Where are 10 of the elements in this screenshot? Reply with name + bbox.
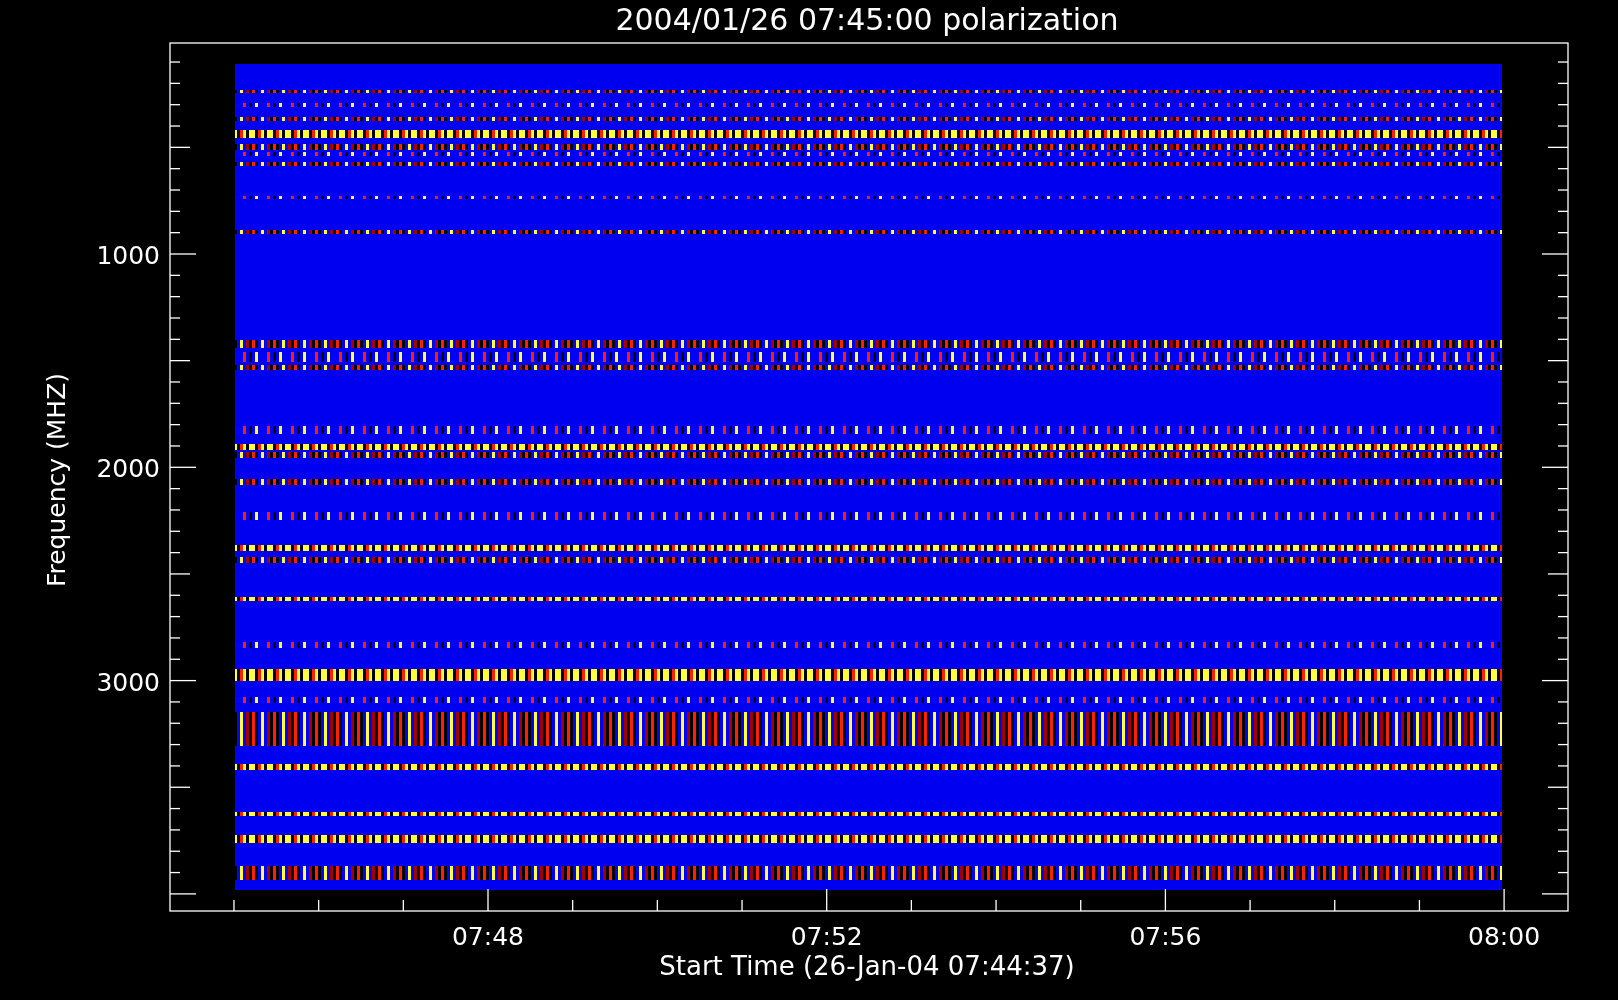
y-tick-label: 1000 [96, 241, 160, 270]
x-tick-label: 08:00 [1468, 922, 1541, 951]
y-axis-label: Frequency (MHZ) [42, 372, 71, 588]
x-tick-label: 07:56 [1129, 922, 1202, 951]
chart-title: 2004/01/26 07:45:00 polarization [615, 2, 1119, 37]
y-tick-label: 2000 [96, 454, 160, 484]
x-axis-label: Start Time (26-Jan-04 07:44:37) [659, 951, 1075, 981]
y-tick-label: 3000 [96, 667, 160, 697]
x-tick-label: 07:52 [790, 922, 863, 951]
x-tick-label: 07:48 [452, 922, 524, 951]
